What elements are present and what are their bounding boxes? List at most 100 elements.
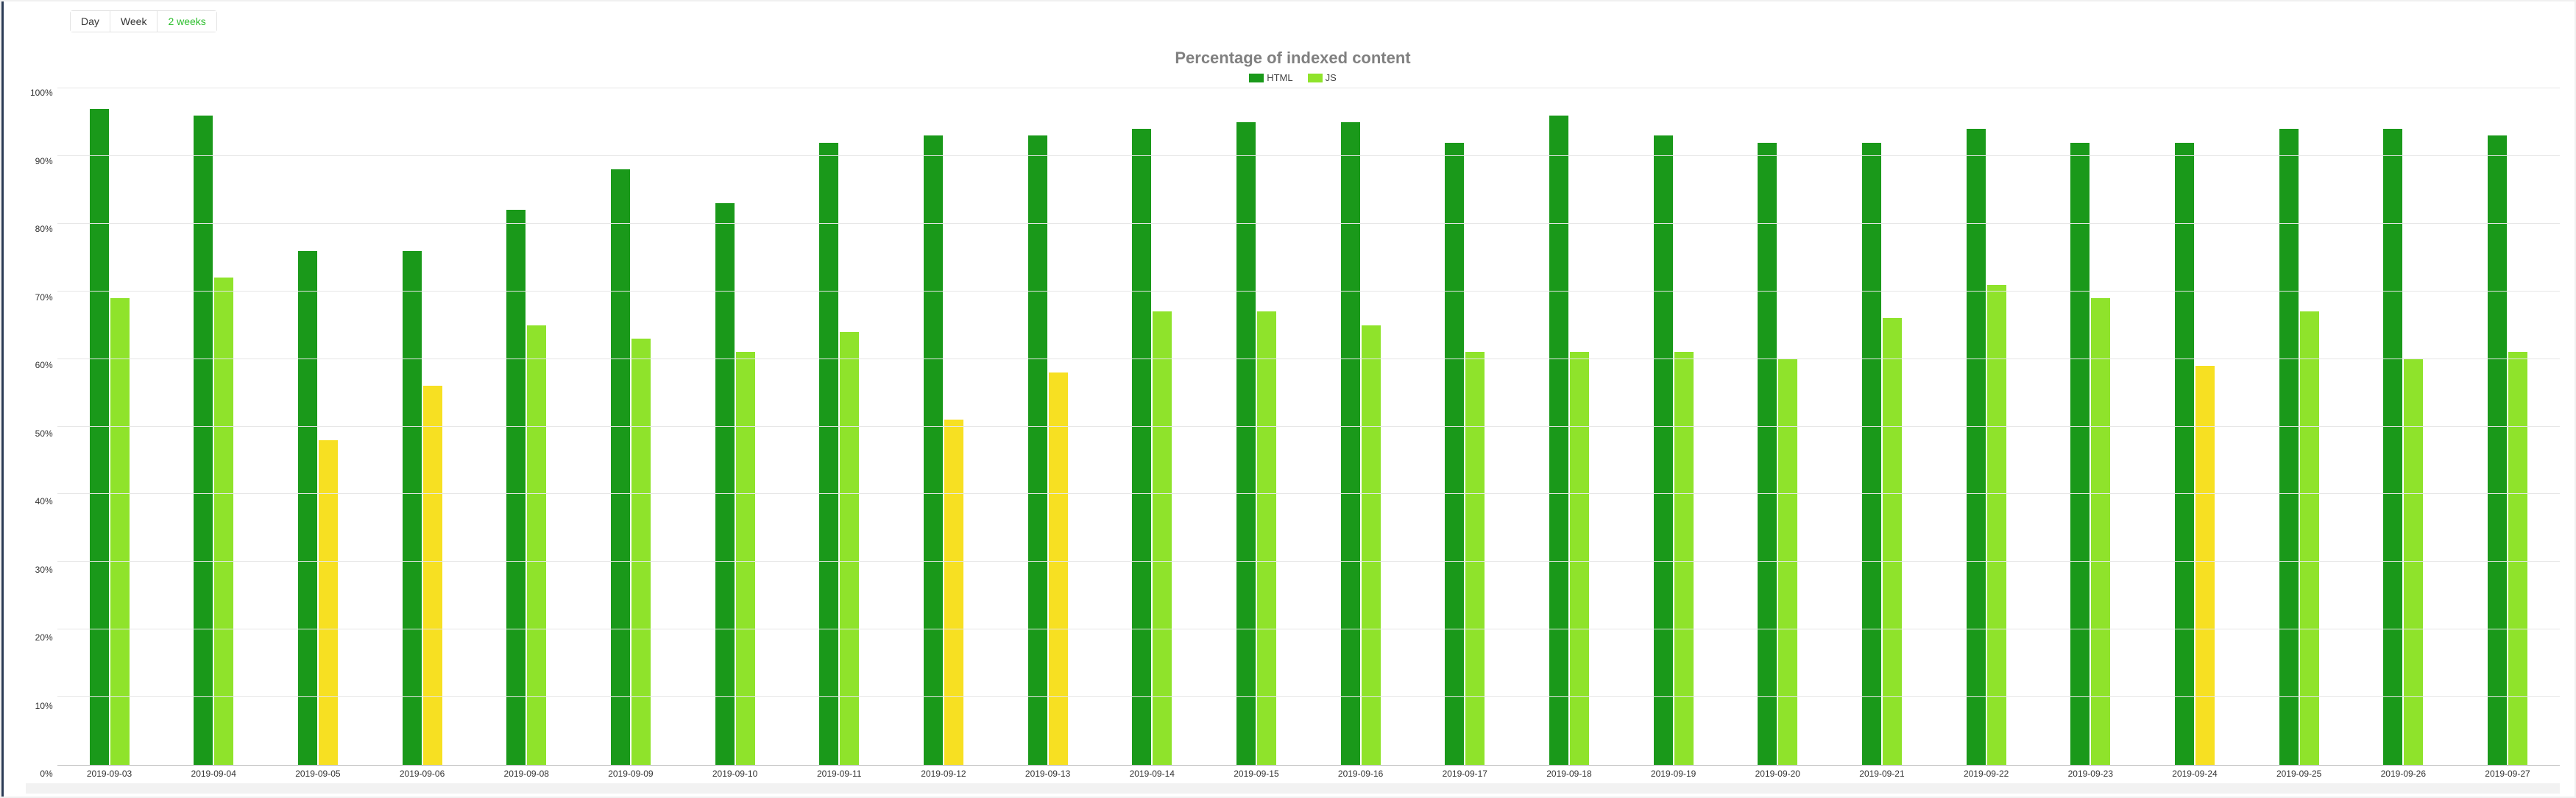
bar-js[interactable] xyxy=(423,386,442,765)
bar-html[interactable] xyxy=(1654,135,1673,765)
bar-html[interactable] xyxy=(924,135,943,765)
bar-html[interactable] xyxy=(1758,143,1777,765)
bar-js[interactable] xyxy=(736,352,755,765)
bar-js[interactable] xyxy=(2091,298,2110,765)
bars-container xyxy=(57,88,2560,765)
bar-js[interactable] xyxy=(2508,352,2527,765)
bar-group xyxy=(787,88,891,765)
bar-js[interactable] xyxy=(527,325,546,765)
bar-html[interactable] xyxy=(298,251,317,765)
bar-js[interactable] xyxy=(319,440,338,765)
y-tick: 40% xyxy=(35,496,53,506)
x-tick: 2019-09-17 xyxy=(1412,769,1517,779)
x-tick: 2019-09-05 xyxy=(266,769,370,779)
x-tick: 2019-09-03 xyxy=(57,769,162,779)
bar-html[interactable] xyxy=(2383,129,2402,765)
bar-js[interactable] xyxy=(1465,352,1485,765)
bar-group xyxy=(370,88,475,765)
bar-js[interactable] xyxy=(1362,325,1381,765)
x-tick: 2019-09-19 xyxy=(1621,769,1726,779)
y-tick: 60% xyxy=(35,360,53,370)
legend-item-js[interactable]: JS xyxy=(1308,72,1337,83)
bar-html[interactable] xyxy=(2488,135,2507,765)
bar-group xyxy=(161,88,266,765)
bar-html[interactable] xyxy=(819,143,838,765)
bar-js[interactable] xyxy=(1883,318,1902,765)
x-tick: 2019-09-25 xyxy=(2247,769,2352,779)
bar-html[interactable] xyxy=(506,210,526,765)
bar-js[interactable] xyxy=(840,332,859,765)
legend-swatch-html-icon xyxy=(1249,74,1264,82)
bar-js[interactable] xyxy=(1987,285,2006,765)
x-tick: 2019-09-16 xyxy=(1309,769,1413,779)
x-tick: 2019-09-21 xyxy=(1830,769,1934,779)
bar-html[interactable] xyxy=(1445,143,1464,765)
y-tick: 90% xyxy=(35,156,53,166)
x-tick: 2019-09-15 xyxy=(1204,769,1309,779)
bar-group xyxy=(1830,88,1934,765)
bar-html[interactable] xyxy=(715,203,735,765)
bar-group xyxy=(57,88,162,765)
bar-js[interactable] xyxy=(944,420,963,765)
x-tick: 2019-09-18 xyxy=(1517,769,1621,779)
bar-html[interactable] xyxy=(1132,129,1151,765)
gridline xyxy=(57,426,2560,427)
chart-title: Percentage of indexed content xyxy=(26,49,2560,68)
bar-html[interactable] xyxy=(1967,129,1986,765)
bar-group xyxy=(683,88,788,765)
range-tab-week[interactable]: Week xyxy=(110,11,158,32)
bar-js[interactable] xyxy=(1570,352,1589,765)
bar-js[interactable] xyxy=(631,339,651,765)
x-tick: 2019-09-13 xyxy=(996,769,1100,779)
x-tick: 2019-09-11 xyxy=(787,769,891,779)
x-tick: 2019-09-23 xyxy=(2038,769,2142,779)
legend-item-html[interactable]: HTML xyxy=(1249,72,1292,83)
bar-group xyxy=(474,88,578,765)
bar-group xyxy=(578,88,683,765)
x-tick: 2019-09-26 xyxy=(2351,769,2455,779)
bar-html[interactable] xyxy=(1028,135,1047,765)
gridline xyxy=(57,696,2560,697)
x-tick: 2019-09-12 xyxy=(891,769,996,779)
plot-grid xyxy=(57,88,2560,766)
bar-html[interactable] xyxy=(194,116,213,765)
bar-group xyxy=(1934,88,2039,765)
bar-html[interactable] xyxy=(2279,129,2299,765)
range-tab-2-weeks[interactable]: 2 weeks xyxy=(158,11,216,32)
bar-group xyxy=(1204,88,1309,765)
x-tick: 2019-09-22 xyxy=(1934,769,2039,779)
bar-group xyxy=(1412,88,1517,765)
y-tick: 30% xyxy=(35,565,53,575)
bar-group xyxy=(1517,88,1621,765)
bar-js[interactable] xyxy=(214,278,233,765)
y-tick: 80% xyxy=(35,224,53,234)
bar-group xyxy=(1100,88,1204,765)
y-tick: 100% xyxy=(30,88,53,98)
bar-js[interactable] xyxy=(1674,352,1694,765)
gridline xyxy=(57,561,2560,562)
bar-html[interactable] xyxy=(611,169,630,765)
bar-html[interactable] xyxy=(1341,122,1360,765)
bar-js[interactable] xyxy=(110,298,130,765)
range-tab-day[interactable]: Day xyxy=(71,11,110,32)
bar-html[interactable] xyxy=(2175,143,2194,765)
bar-html[interactable] xyxy=(403,251,422,765)
y-tick: 50% xyxy=(35,428,53,439)
bar-js[interactable] xyxy=(1049,372,1068,765)
bar-html[interactable] xyxy=(1549,116,1568,765)
bar-html[interactable] xyxy=(2070,143,2090,765)
bar-html[interactable] xyxy=(90,109,109,765)
y-tick: 20% xyxy=(35,632,53,643)
x-tick: 2019-09-08 xyxy=(474,769,578,779)
plot-area: 2019-09-032019-09-042019-09-052019-09-06… xyxy=(57,88,2560,779)
x-tick: 2019-09-14 xyxy=(1100,769,1204,779)
x-tick: 2019-09-24 xyxy=(2142,769,2247,779)
x-tick: 2019-09-06 xyxy=(370,769,475,779)
legend-label-js: JS xyxy=(1326,72,1337,83)
bar-html[interactable] xyxy=(1236,122,1256,765)
bar-group xyxy=(1725,88,1830,765)
bar-group xyxy=(2038,88,2142,765)
x-tick: 2019-09-10 xyxy=(683,769,788,779)
bar-html[interactable] xyxy=(1862,143,1881,765)
range-selector: DayWeek2 weeks xyxy=(70,10,217,32)
